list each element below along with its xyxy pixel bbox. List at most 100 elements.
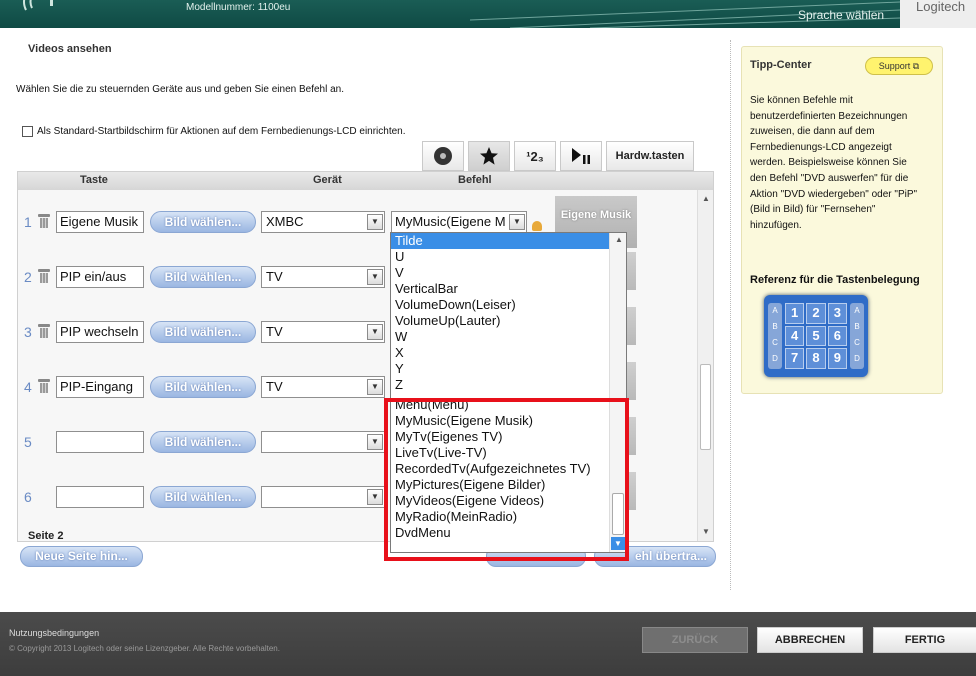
page-title: Videos ansehen — [28, 43, 112, 55]
choose-image-button[interactable]: Bild wählen... — [150, 266, 256, 288]
cancel-button[interactable]: ABBRECHEN — [757, 627, 863, 653]
tip-center-panel: Tipp-Center Support ⧉ Sie können Befehle… — [741, 46, 943, 394]
dropdown-option[interactable]: V — [391, 265, 626, 281]
dropdown-option[interactable]: VolumeDown(Leiser) — [391, 297, 626, 313]
dropdown-option[interactable]: Z — [391, 377, 626, 393]
dropdown-option[interactable]: X — [391, 345, 626, 361]
key-name-field[interactable] — [56, 486, 144, 508]
copyright-text: © Copyright 2013 Logitech oder seine Liz… — [9, 644, 280, 653]
choose-image-button[interactable]: Bild wählen... — [150, 321, 256, 343]
keypad-side-key: B — [854, 322, 860, 331]
keypad-key: 5 — [806, 325, 826, 347]
command-select[interactable]: MyMusic(Eigene M ▼ — [391, 211, 527, 233]
choose-image-button[interactable]: Bild wählen... — [150, 486, 256, 508]
keypad-side-left: A B C D — [768, 303, 782, 369]
device-select[interactable]: ▼ — [261, 486, 385, 508]
chevron-down-icon[interactable]: ▼ — [367, 489, 383, 505]
trash-icon[interactable] — [38, 324, 50, 338]
chevron-down-icon[interactable]: ▼ — [367, 214, 383, 230]
device-value: TV — [266, 379, 283, 394]
star-icon — [480, 147, 498, 165]
dropdown-option[interactable]: U — [391, 249, 626, 265]
play-pause-icon — [572, 148, 590, 164]
disc-icon — [434, 147, 452, 165]
annotation-highlight-box — [384, 398, 629, 561]
choose-image-button[interactable]: Bild wählen... — [150, 431, 256, 453]
tip-line: werden. Beispielsweise können Sie — [750, 157, 907, 169]
language-link[interactable]: Sprache wählen — [798, 8, 884, 22]
default-screen-option[interactable]: Als Standard-Startbildschirm für Aktione… — [22, 126, 406, 137]
dropdown-option[interactable]: W — [391, 329, 626, 345]
trash-icon[interactable] — [38, 269, 50, 283]
keypad-key: 8 — [806, 348, 826, 369]
device-value: XMBC — [266, 214, 304, 229]
keypad-key: 2 — [806, 303, 826, 324]
keypad-key: 7 — [785, 348, 805, 369]
key-name-field[interactable] — [56, 431, 144, 453]
scrollbar-thumb[interactable] — [700, 364, 711, 450]
default-screen-label: Als Standard-Startbildschirm für Aktione… — [37, 126, 406, 137]
keypad-side-key: A — [854, 306, 860, 315]
key-reference-title: Referenz für die Tastenbelegung — [750, 274, 920, 286]
tab-numbers[interactable]: ¹2₃ — [514, 141, 556, 171]
back-button[interactable]: ZURÜCK — [642, 627, 748, 653]
tip-line: benutzerdefinierten Bezeichnungen — [750, 110, 908, 122]
scroll-up-icon[interactable]: ▲ — [615, 235, 623, 244]
row-number: 1 — [24, 214, 32, 230]
key-name-field[interactable]: PIP wechseln — [56, 321, 144, 343]
tip-line: hinzufügen. — [750, 219, 802, 231]
keypad-key: 3 — [827, 303, 847, 324]
logo-wave-icon — [23, 0, 53, 11]
header-key: Taste — [80, 174, 108, 186]
default-screen-checkbox[interactable] — [22, 126, 33, 137]
scroll-down-icon[interactable]: ▼ — [702, 527, 710, 536]
key-name-field[interactable]: PIP-Eingang — [56, 376, 144, 398]
dropdown-option[interactable]: VerticalBar — [391, 281, 626, 297]
row-number: 2 — [24, 269, 32, 285]
brand-logo: Logitech — [900, 0, 976, 28]
terms-link[interactable]: Nutzungsbedingungen — [9, 628, 99, 638]
footer-bar: Nutzungsbedingungen © Copyright 2013 Log… — [0, 612, 976, 676]
choose-image-button[interactable]: Bild wählen... — [150, 376, 256, 398]
table-scrollbar[interactable]: ▲ ▼ — [697, 190, 713, 541]
keypad-grid: 1 2 3 4 5 6 7 8 9 — [785, 303, 847, 369]
key-name-field[interactable]: PIP ein/aus — [56, 266, 144, 288]
device-select[interactable]: TV ▼ — [261, 321, 385, 343]
keypad-side-right: A B C D — [850, 303, 864, 369]
keypad-key: 9 — [827, 348, 847, 369]
dropdown-option[interactable]: Y — [391, 361, 626, 377]
device-select[interactable]: XMBC ▼ — [261, 211, 385, 233]
key-name-field[interactable]: Eigene Musik — [56, 211, 144, 233]
chevron-down-icon[interactable]: ▼ — [367, 379, 383, 395]
keypad-side-key: A — [772, 306, 778, 315]
chevron-down-icon[interactable]: ▼ — [509, 214, 525, 230]
tip-text: Sie können Befehle mit benutzerdefiniert… — [750, 93, 936, 233]
keypad-reference-image: A B C D 1 2 3 4 5 6 7 8 9 A B C D — [764, 295, 868, 377]
keypad-side-key: B — [772, 322, 778, 331]
device-select[interactable]: TV ▼ — [261, 266, 385, 288]
trash-icon[interactable] — [38, 379, 50, 393]
tab-disc[interactable] — [422, 141, 464, 171]
chevron-down-icon[interactable]: ▼ — [367, 434, 383, 450]
new-page-button[interactable]: Neue Seite hin... — [20, 546, 143, 567]
choose-image-button[interactable]: Bild wählen... — [150, 211, 256, 233]
tab-transport[interactable] — [560, 141, 602, 171]
chevron-down-icon[interactable]: ▼ — [367, 269, 383, 285]
lightbulb-icon — [532, 221, 542, 231]
tip-line: Fernbedienungs-LCD angezeigt — [750, 141, 892, 153]
dropdown-option[interactable]: VolumeUp(Lauter) — [391, 313, 626, 329]
scroll-up-icon[interactable]: ▲ — [702, 194, 710, 203]
support-button[interactable]: Support ⧉ — [865, 57, 933, 75]
device-select[interactable]: ▼ — [261, 431, 385, 453]
finish-button[interactable]: FERTIG — [873, 627, 976, 653]
model-number: Modellnummer: 1100eu — [186, 2, 291, 13]
keypad-side-key: D — [854, 354, 860, 363]
trash-icon[interactable] — [38, 214, 50, 228]
dropdown-option-selected[interactable]: Tilde — [391, 233, 626, 249]
header-command: Befehl — [458, 174, 492, 186]
tab-favorites[interactable] — [468, 141, 510, 171]
chevron-down-icon[interactable]: ▼ — [367, 324, 383, 340]
tab-hardware-keys[interactable]: Hardw.tasten — [606, 141, 694, 171]
keypad-side-key: C — [772, 338, 778, 347]
device-select[interactable]: TV ▼ — [261, 376, 385, 398]
